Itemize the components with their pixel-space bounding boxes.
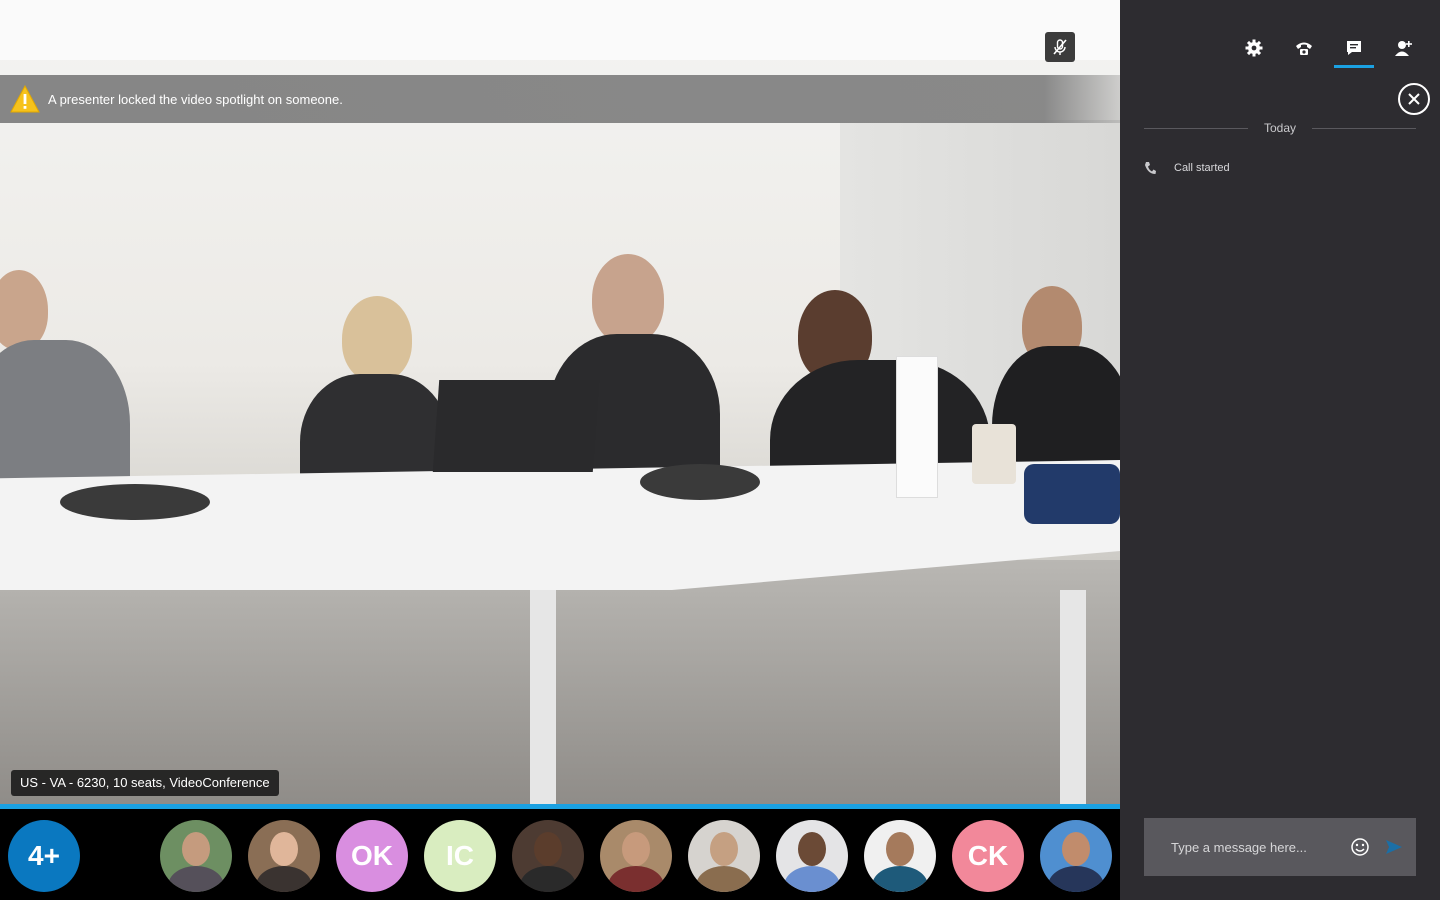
phone-icon	[1145, 162, 1156, 174]
participant-avatar[interactable]	[600, 820, 672, 892]
emoji-button[interactable]	[1350, 837, 1370, 857]
more-participants-count: 4+	[28, 840, 60, 871]
microphone-muted-button[interactable]	[1045, 32, 1075, 62]
table-tent-card	[896, 356, 938, 498]
participant-avatar[interactable]	[248, 820, 320, 892]
close-panel-button[interactable]	[1398, 83, 1430, 115]
chat-event-text: Call started	[1174, 162, 1230, 174]
tab-chat[interactable]	[1334, 34, 1374, 68]
participant-initials: CK	[967, 840, 1009, 871]
emoji-icon	[1351, 838, 1369, 856]
participant-initials: IC	[446, 840, 474, 871]
message-input[interactable]	[1171, 839, 1341, 855]
tab-settings[interactable]	[1240, 34, 1268, 62]
close-icon	[1408, 93, 1420, 105]
warning-icon	[10, 85, 40, 113]
date-separator: Today	[1144, 121, 1416, 135]
participant-avatar[interactable]	[688, 820, 760, 892]
participant-avatar[interactable]	[1040, 820, 1112, 892]
participant-avatar[interactable]	[776, 820, 848, 892]
phone-icon	[1296, 42, 1312, 55]
chat-event-call-started: Call started	[1144, 161, 1230, 175]
chat-icon	[1347, 41, 1361, 55]
date-separator-label: Today	[1263, 121, 1297, 135]
panel-tab-bar	[1120, 0, 1440, 70]
speakerphone	[640, 464, 760, 500]
more-participants-button[interactable]: 4+	[8, 820, 80, 892]
table-leg	[1060, 590, 1086, 805]
participant-initials: OK	[351, 840, 393, 871]
coffee-cup	[972, 424, 1016, 484]
side-panel: Today Call started	[1120, 0, 1440, 900]
video-location-label: US - VA - 6230, 10 seats, VideoConferenc…	[11, 770, 279, 796]
participant-avatar-initials[interactable]: CK	[952, 820, 1024, 892]
add-person-icon	[1395, 41, 1412, 56]
microphone-muted-icon	[1053, 39, 1067, 55]
participant-avatar-initials[interactable]: OK	[336, 820, 408, 892]
message-composer	[1144, 818, 1416, 876]
meeting-window: A presenter locked the video spotlight o…	[0, 0, 1440, 900]
participant-avatar[interactable]	[160, 820, 232, 892]
participant-avatar-initials[interactable]: IC	[424, 820, 496, 892]
ceiling	[0, 0, 1120, 60]
tab-call-controls[interactable]	[1290, 34, 1318, 62]
laptop	[432, 380, 600, 472]
bag	[1024, 464, 1120, 524]
banner-message: A presenter locked the video spotlight o…	[48, 91, 343, 107]
table-leg	[530, 590, 556, 805]
tab-add-people[interactable]	[1390, 34, 1418, 62]
send-button[interactable]	[1384, 837, 1404, 857]
speakerphone	[60, 484, 210, 520]
participant-avatar[interactable]	[512, 820, 584, 892]
gear-icon	[1245, 39, 1263, 57]
send-icon	[1386, 840, 1402, 854]
notification-banner: A presenter locked the video spotlight o…	[0, 75, 1160, 123]
participant-strip: 4+ OK IC CK	[0, 809, 1120, 900]
participant-avatar[interactable]	[864, 820, 936, 892]
